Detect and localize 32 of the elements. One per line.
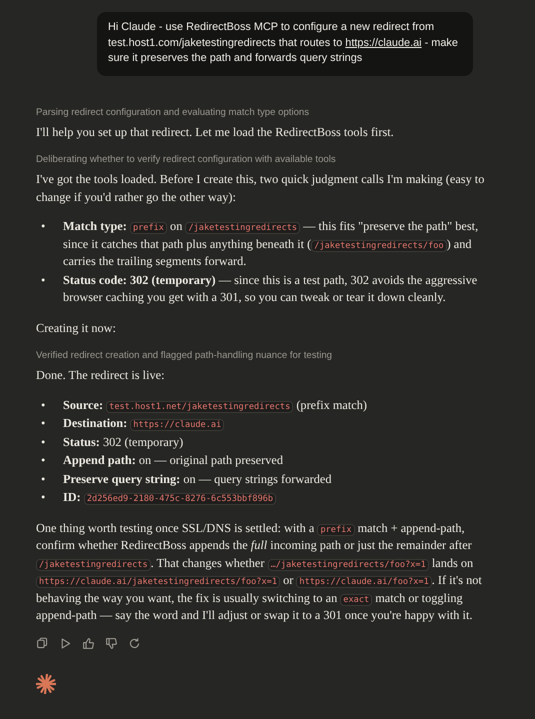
paragraph: Creating it now: xyxy=(36,320,117,337)
thinking-summary[interactable]: Parsing redirect configuration and evaluating match type options xyxy=(36,106,501,120)
logo-icon xyxy=(36,674,56,694)
paragraph: One thing worth testing once SSL/DNS is settled: with a prefix match + append-path, confirm whether RedirectBoss appends the full incoming path or just the remainder after /jaketestingredirects . That changes whether …/jaketestingredirects/foo?x=1 lands on https://claude.ai/jaketestingredirects/foo?x=1 or https://claude.ai/foo?x=1 . If it's not behaving the way you want, the fix is usually switching to an exact match or toggling append-path — say the word and I'll adjust or swap it to a 301 once you're happy with it. xyxy=(36,520,483,624)
paragraph: I'll help you set up that redirect. Let me load the RedirectBoss tools first. xyxy=(36,124,395,141)
bullet: • xyxy=(41,396,46,414)
list-item: ID: 2d256ed9-2180-475c-8276-6c553bbf896b xyxy=(63,489,501,506)
bullet: • xyxy=(41,415,46,432)
bullet: • xyxy=(41,452,46,469)
paragraph: I've got the tools loaded. Before I create this, two quick judgment calls I'm making (easy to change if you'd rather go the other way): xyxy=(36,171,486,206)
bullet: • xyxy=(41,470,46,488)
list-item: Destination: https://claude.ai xyxy=(63,415,501,432)
bullet: • xyxy=(41,489,46,506)
bullet: • xyxy=(41,218,46,235)
bullet: • xyxy=(41,272,46,288)
retry-icon[interactable] xyxy=(128,636,141,650)
list-item: Match type: prefix on /jaketestingredirects — this fits "preserve the path" best, since it catches that path plus anything beneath it ( /jaketestingredirects/foo ) and carries the trailing segments forward. xyxy=(63,218,480,270)
list-item: Append path: on — original path preserved xyxy=(63,452,284,469)
copy-icon[interactable] xyxy=(36,636,49,650)
thumbs-down-icon[interactable] xyxy=(105,636,118,650)
list-item: Preserve query string: on — query strings forwarded xyxy=(63,470,333,488)
list-item: Status code: 302 (temporary) — since this is a test path, 302 avoids the aggressive browser caching you get with a 301, so you can tweak or tear it down cleanly. xyxy=(63,272,478,306)
play-icon[interactable] xyxy=(59,636,72,650)
thinking-summary[interactable]: Deliberating whether to verify redirect configuration with available tools xyxy=(36,153,501,167)
thumbs-up-icon[interactable] xyxy=(82,636,95,650)
bullet: • xyxy=(41,434,46,450)
list-item: Source: test.host1.net/jaketestingredirects (prefix match) xyxy=(63,396,368,414)
list-item: Status: 302 (temporary) xyxy=(63,434,184,451)
thinking-summary[interactable]: Verified redirect creation and flagged path-handling nuance for testing xyxy=(36,349,501,363)
link[interactable]: https://claude.ai xyxy=(345,36,422,48)
user-message: Hi Claude - use RedirectBoss MCP to configure a new redirect from test.host1.com/jaketestingredirects that routes to https://claude.ai - make sure it preserves the path and forwards query strings xyxy=(97,12,473,76)
paragraph: Done. The redirect is live: xyxy=(36,367,166,384)
